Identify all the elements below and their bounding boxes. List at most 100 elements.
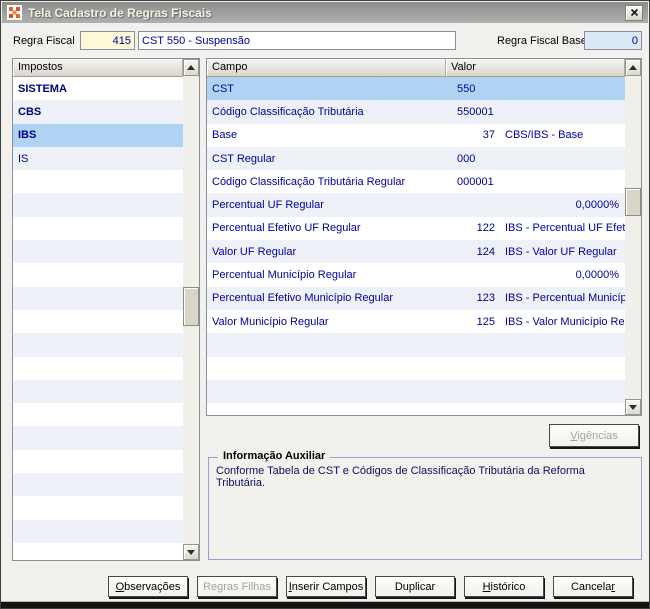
impostos-empty-row xyxy=(13,263,183,286)
valor-ref-description: CBS/IBS - Base xyxy=(505,129,584,142)
informacao-auxiliar-text: Conforme Tabela de CST e Códigos de Clas… xyxy=(216,465,585,489)
vigencias-button: Vigências xyxy=(549,424,639,447)
valor-ref-number: 37 xyxy=(482,129,495,142)
regras-filhas-button: Regras Filhas xyxy=(197,576,277,597)
impostos-empty-row xyxy=(13,170,183,193)
campo-cell: CST Regular xyxy=(212,152,276,165)
campos-row-3[interactable]: CST Regular 000 xyxy=(207,146,625,171)
campos-scrollbar-thumb[interactable] xyxy=(625,188,641,216)
impostos-empty-row xyxy=(13,310,183,333)
valor-cell: 0,0000% xyxy=(451,199,625,211)
regra-fiscal-base-input[interactable] xyxy=(584,31,642,50)
valor-ref-description: IBS - Valor UF Regular xyxy=(505,245,617,258)
arrow-down-icon xyxy=(187,549,195,555)
valor-ref-number: 123 xyxy=(476,292,495,305)
campos-empty-row xyxy=(207,333,625,357)
valor-code: 000001 xyxy=(457,175,494,188)
impostos-list: SISTEMA CBS IBS IS xyxy=(13,77,183,560)
campos-row-7[interactable]: Valor UF Regular 124 IBS - Valor UF Regula… xyxy=(207,240,625,264)
impostos-item-label: IBS xyxy=(18,129,37,142)
campos-scroll-up-button[interactable] xyxy=(625,59,641,76)
valor-ref-description: IBS - Percentual UF Efetivo R xyxy=(505,222,625,235)
valor-ref-number: 125 xyxy=(476,315,495,328)
campos-list: CST 550 Código Classificação Tributária 550… xyxy=(207,77,625,415)
impostos-panel: Impostos SISTEMA CBS IBS IS xyxy=(12,58,200,561)
impostos-empty-row xyxy=(13,473,183,497)
valor-cell: 125 IBS - Valor Município Regular xyxy=(451,316,625,328)
cancelar-button[interactable]: Cancelar xyxy=(553,576,633,597)
valor-ref-number: 122 xyxy=(476,222,495,235)
impostos-empty-row xyxy=(13,496,183,519)
valor-ref-number: 124 xyxy=(476,245,495,258)
arrow-up-icon xyxy=(629,65,637,70)
campos-scroll-down-button[interactable] xyxy=(625,399,641,415)
impostos-empty-row xyxy=(13,450,183,473)
campos-row-4[interactable]: Código Classificação Tributária Regular 0… xyxy=(207,170,625,193)
impostos-scrollbar-thumb[interactable] xyxy=(183,287,199,326)
impostos-item-sistema[interactable]: SISTEMA xyxy=(13,77,183,100)
valor-column-header: Valor xyxy=(446,59,625,77)
valor-code: 550001 xyxy=(457,105,494,118)
impostos-item-is[interactable]: IS xyxy=(13,146,183,171)
impostos-empty-row xyxy=(13,543,183,560)
campos-row-9[interactable]: Percentual Efetivo Município Regular 123 I… xyxy=(207,286,625,310)
valor-cell: 124 IBS - Valor UF Regular xyxy=(451,246,625,258)
impostos-scrollbar-track[interactable] xyxy=(183,76,199,544)
impostos-scroll-down-button[interactable] xyxy=(183,544,199,560)
inserir-campos-button[interactable]: Inserir Campos xyxy=(286,576,366,597)
informacao-auxiliar-groupbox: Informação Auxiliar Conforme Tabela de C… xyxy=(208,450,642,560)
campo-cell: Percentual UF Regular xyxy=(212,199,324,212)
campos-row-8[interactable]: Percentual Município Regular 0,0000% xyxy=(207,263,625,286)
campos-row-1[interactable]: Código Classificação Tributária 550001 xyxy=(207,100,625,124)
impostos-empty-row xyxy=(13,217,183,240)
valor-percent: 0,0000% xyxy=(575,269,619,282)
valor-ref-description: IBS - Valor Município Regular xyxy=(505,315,625,328)
historico-button[interactable]: Histórico xyxy=(464,576,544,597)
valor-cell: 123 IBS - Percentual Município Efe xyxy=(451,292,625,304)
valor-ref-description: IBS - Percentual Município Efe xyxy=(505,292,625,305)
campos-row-0[interactable]: CST 550 xyxy=(207,77,625,101)
impostos-item-label: CBS xyxy=(18,105,42,118)
valor-cell: 000 xyxy=(451,153,625,165)
regra-fiscal-numero-input[interactable] xyxy=(80,31,135,50)
valor-cell: 000001 xyxy=(451,176,625,188)
campo-cell: Valor UF Regular xyxy=(212,245,297,258)
impostos-item-cbs[interactable]: CBS xyxy=(13,100,183,124)
valor-cell: 37 CBS/IBS - Base xyxy=(451,129,625,141)
campo-cell: Base xyxy=(212,129,238,142)
impostos-empty-row xyxy=(13,403,183,426)
campos-row-10[interactable]: Valor Município Regular 125 IBS - Valor Mu… xyxy=(207,310,625,333)
valor-cell: 550001 xyxy=(451,106,625,118)
campos-row-6[interactable]: Percentual Efetivo UF Regular 122 IBS - Pe… xyxy=(207,217,625,240)
impostos-empty-row xyxy=(13,286,183,310)
impostos-scroll-up-button[interactable] xyxy=(183,59,199,76)
close-button[interactable] xyxy=(625,4,643,21)
impostos-column-header: Impostos xyxy=(13,59,183,77)
impostos-empty-row xyxy=(13,240,183,264)
campos-empty-row xyxy=(207,379,625,404)
title-bar[interactable]: Tela Cadastro de Regras Fiscais xyxy=(2,2,648,23)
campo-cell: CST xyxy=(212,82,234,95)
campo-cell: Código Classificação Tributária xyxy=(212,105,364,118)
valor-code: 550 xyxy=(457,82,476,95)
impostos-item-ibs[interactable]: IBS xyxy=(13,123,183,147)
regra-fiscal-descricao-input[interactable] xyxy=(138,31,456,50)
campos-scrollbar-track[interactable] xyxy=(625,76,641,399)
close-icon xyxy=(630,5,639,20)
campo-cell: Percentual Efetivo Município Regular xyxy=(212,292,393,305)
campos-empty-row xyxy=(207,357,625,380)
impostos-empty-row xyxy=(13,519,183,543)
window-title: Tela Cadastro de Regras Fiscais xyxy=(28,5,212,20)
campos-row-2[interactable]: Base 37 CBS/IBS - Base xyxy=(207,124,625,147)
impostos-item-label: SISTEMA xyxy=(18,82,67,95)
impostos-empty-row xyxy=(13,379,183,404)
campo-cell: Percentual Efetivo UF Regular xyxy=(212,222,361,235)
duplicar-button[interactable]: Duplicar xyxy=(375,576,455,597)
impostos-empty-row xyxy=(13,426,183,450)
campos-row-5[interactable]: Percentual UF Regular 0,0000% xyxy=(207,193,625,217)
observacoes-button[interactable]: Observações xyxy=(108,576,188,597)
impostos-empty-row xyxy=(13,357,183,380)
dialog-window: Tela Cadastro de Regras Fiscais Regra Fi… xyxy=(0,0,650,609)
valor-cell: 550 xyxy=(451,83,625,95)
regra-fiscal-label: Regra Fiscal xyxy=(13,35,75,47)
